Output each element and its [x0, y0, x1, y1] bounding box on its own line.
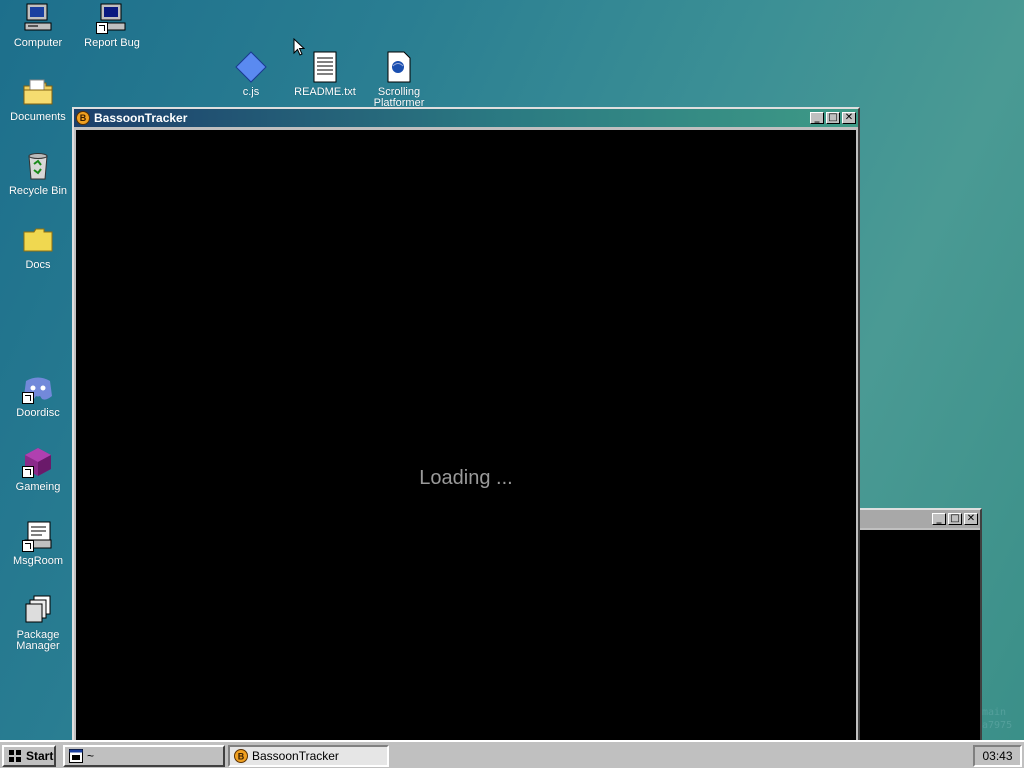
maximize-button[interactable]: □ [948, 513, 962, 525]
desktop-icon-documents[interactable]: Documents [0, 76, 76, 123]
clock[interactable]: 03:43 [982, 749, 1012, 763]
loading-text: Loading ... [419, 467, 513, 489]
desktop-icon-label: Gameing [15, 481, 61, 493]
desktop-icon-label: MsgRoom [12, 555, 64, 567]
js-file-icon [235, 51, 267, 83]
desktop-icon-recycle-bin[interactable]: Recycle Bin [0, 150, 76, 197]
bassoontracker-window[interactable]: B BassoonTracker _ □ ✕ Loading ... [72, 107, 860, 743]
close-button[interactable]: ✕ [964, 513, 978, 525]
taskbar-item-bassoontracker[interactable]: B BassoonTracker [228, 745, 389, 767]
watermark-line: a7975 [982, 720, 1013, 731]
terminal-icon [69, 749, 83, 763]
desktop-icon-label: Docs [25, 259, 51, 271]
computer-icon [22, 2, 54, 34]
discord-icon [22, 372, 54, 404]
game-cube-icon [22, 446, 54, 478]
window-title: BassoonTracker [94, 111, 188, 125]
taskbar-item-label: ~ [87, 749, 95, 763]
bassoon-icon: B [234, 749, 248, 763]
folder-icon [22, 224, 54, 256]
desktop-icon-label: Report Bug [84, 37, 140, 49]
svg-text:B: B [238, 752, 245, 762]
desktop-icon-c-js[interactable]: c.js [213, 51, 289, 98]
text-file-icon [309, 51, 341, 83]
desktop-icon-package-manager[interactable]: Package Manager [0, 594, 76, 652]
version-watermark: main a7975 [982, 706, 1012, 732]
bassoontracker-titlebar[interactable]: B BassoonTracker _ □ ✕ [74, 109, 858, 127]
system-tray: 03:43 [973, 745, 1022, 767]
maximize-button[interactable]: □ [826, 112, 840, 124]
desktop-icon-gameing[interactable]: Gameing [0, 446, 76, 493]
desktop-icon-msgroom[interactable]: MsgRoom [0, 520, 76, 567]
start-logo-icon [8, 749, 22, 763]
report-bug-icon [96, 2, 128, 34]
mouse-cursor-icon [293, 37, 306, 60]
taskbar-item-label: BassoonTracker [252, 749, 339, 763]
desktop-icon-report-bug[interactable]: Report Bug [74, 2, 150, 49]
desktop-icon-computer[interactable]: Computer [0, 2, 76, 49]
background-window[interactable]: _ □ ✕ [858, 508, 982, 742]
watermark-line: main [982, 707, 1007, 718]
bassoon-icon: B [76, 111, 90, 125]
start-label: Start [26, 749, 54, 763]
desktop-icon-docs[interactable]: Docs [0, 224, 76, 271]
desktop-icon-label: Recycle Bin [8, 185, 68, 197]
minimize-button[interactable]: _ [932, 513, 946, 525]
close-button[interactable]: ✕ [842, 112, 856, 124]
desktop-icon-label: README.txt [294, 86, 356, 98]
package-icon [22, 594, 54, 626]
desktop-icon-doordisc[interactable]: Doordisc [0, 372, 76, 419]
web-file-icon [383, 51, 415, 83]
background-window-content [860, 530, 980, 740]
start-button[interactable]: Start [2, 745, 56, 767]
desktop-icon-label: c.js [242, 86, 260, 98]
minimize-button[interactable]: _ [810, 112, 824, 124]
folder-documents-icon [22, 76, 54, 108]
desktop-icon-label: Documents [10, 111, 66, 123]
desktop-icon-scrolling-platformer[interactable]: Scrolling Platformer [361, 51, 437, 107]
background-window-titlebar[interactable]: _ □ ✕ [860, 510, 980, 528]
desktop-icon-label: Doordisc [16, 407, 60, 419]
desktop-icon-label: Package Manager [16, 629, 60, 652]
taskbar-item-terminal[interactable]: ~ [63, 745, 225, 767]
taskbar: Start ~ B BassoonTracker 03:43 [0, 740, 1024, 768]
desktop-icon-label: Computer [13, 37, 63, 49]
bassoontracker-canvas[interactable]: Loading ... [76, 130, 856, 741]
desktop-icon-label: Scrolling Platformer [373, 86, 425, 108]
msgroom-icon [22, 520, 54, 552]
recycle-bin-icon [22, 150, 54, 182]
